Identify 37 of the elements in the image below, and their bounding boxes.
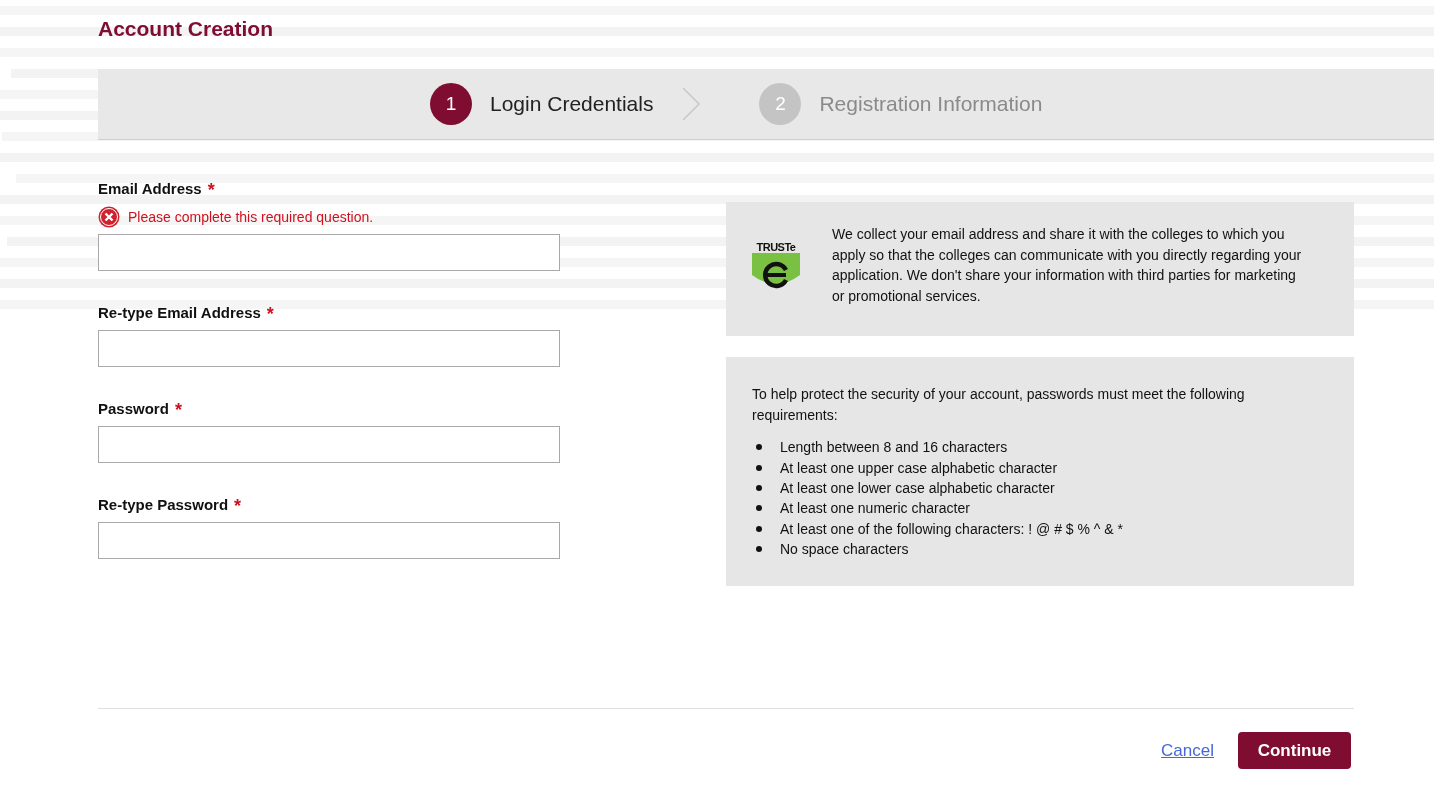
field-label: Password [98, 400, 169, 419]
error-message: Please complete this required question. [128, 209, 374, 225]
requirement-item: Length between 8 and 16 characters [780, 439, 1008, 456]
continue-button[interactable]: Continue [1238, 732, 1351, 769]
required-mark: * [234, 496, 242, 518]
privacy-text: We collect your email address and share it with the colleges to which you apply so that the colleges can communicate with you directly regarding your application. We don't share your information with third parties for marketing or promotional services. [832, 225, 1303, 306]
seal-icon [752, 253, 800, 289]
required-mark: * [174, 400, 182, 422]
bullet-icon [756, 525, 762, 532]
requirement-item: At least one lower case alphabetic character [780, 479, 1055, 496]
field-label: Re-type Email Address [98, 304, 261, 323]
input-field[interactable] [98, 330, 560, 367]
cancel-link[interactable]: Cancel [1161, 740, 1214, 761]
input-field[interactable] [98, 522, 560, 559]
requirement-item: No space characters [780, 541, 909, 558]
field-label: Re-type Password [98, 496, 229, 515]
chevron-icon [681, 87, 702, 121]
step-label: Login Credentials [490, 92, 654, 116]
required-mark: * [266, 304, 274, 326]
bullet-icon [756, 546, 762, 553]
step-label: Registration Information [819, 92, 1043, 116]
step-number: 1 [430, 83, 472, 125]
required-mark: * [207, 180, 215, 202]
bullet-icon [756, 464, 762, 471]
input-field[interactable] [98, 234, 560, 271]
requirement-item: At least one of the following characters: ! @ # $ % ^ & * [780, 520, 1123, 537]
step-number: 2 [759, 83, 802, 125]
page-title: Account Creation [98, 16, 274, 42]
input-field[interactable] [98, 426, 560, 463]
logo-text: TRUSTe [756, 241, 796, 253]
requirement-item: At least one upper case alphabetic character [780, 459, 1058, 476]
requirement-item: At least one numeric character [780, 500, 970, 517]
bullet-icon [756, 444, 762, 451]
bullet-icon [756, 484, 762, 491]
requirements-intro: To help protect the security of your account, passwords must meet the following requirements: [752, 385, 1246, 425]
bullet-icon [756, 505, 762, 512]
field-label: Email Address [98, 180, 202, 199]
